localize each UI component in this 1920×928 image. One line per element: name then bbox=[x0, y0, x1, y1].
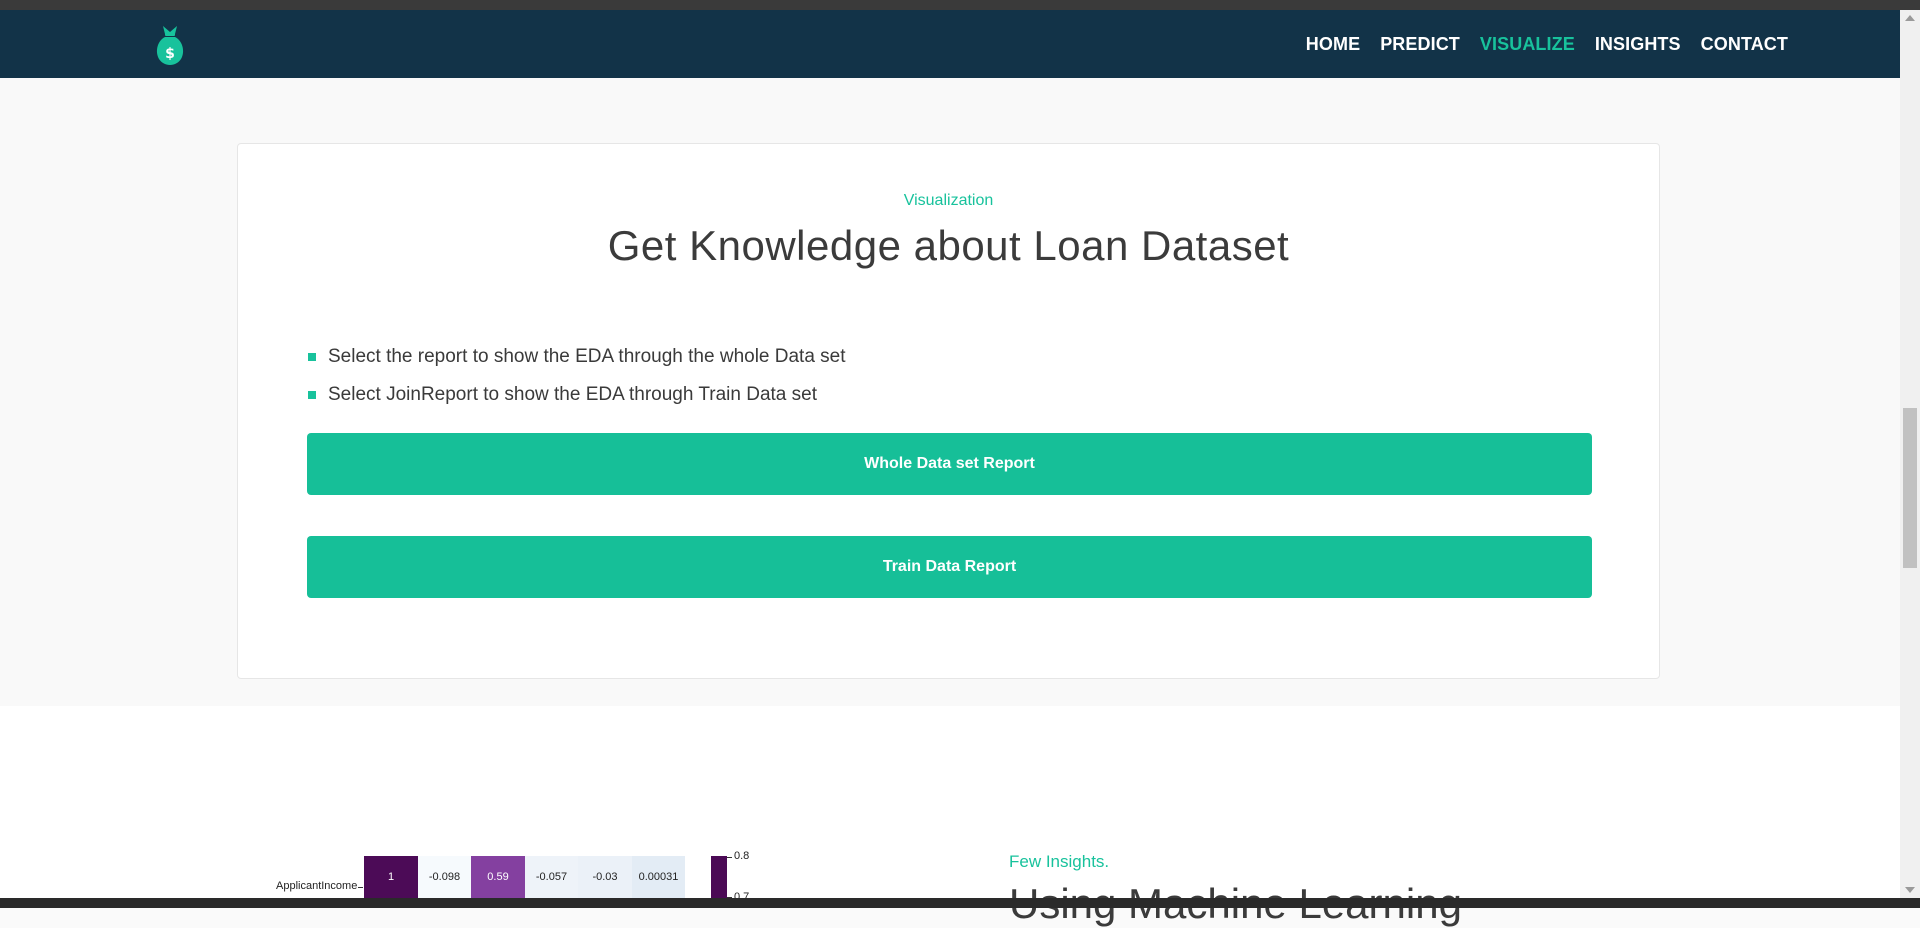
visualize-card: Visualization Get Knowledge about Loan D… bbox=[237, 143, 1660, 679]
section-kicker: Visualization bbox=[903, 192, 994, 209]
nav-predict[interactable]: PREDICT bbox=[1380, 34, 1460, 55]
logo-symbol: $ bbox=[165, 46, 175, 62]
nav-visualize[interactable]: VISUALIZE bbox=[1480, 34, 1575, 55]
heatmap-cell: 1 bbox=[364, 856, 418, 898]
main-nav: HOME PREDICT VISUALIZE INSIGHTS CONTACT bbox=[1306, 10, 1788, 78]
scrollbar-thumb[interactable] bbox=[1903, 408, 1917, 568]
instruction-list: Select the report to show the EDA throug… bbox=[308, 338, 846, 414]
page-scrollbar[interactable] bbox=[1900, 10, 1920, 898]
nav-home[interactable]: HOME bbox=[1306, 34, 1360, 55]
section-title: Get Knowledge about Loan Dataset bbox=[607, 222, 1290, 269]
navbar: $ HOME PREDICT VISUALIZE INSIGHTS CONTAC… bbox=[0, 10, 1900, 78]
colorbar-label: 0.8 bbox=[734, 850, 750, 862]
nav-insights[interactable]: INSIGHTS bbox=[1595, 34, 1681, 55]
colorbar-tick bbox=[727, 857, 732, 858]
scroll-down-arrow-icon[interactable] bbox=[1905, 887, 1915, 893]
list-item: Select the report to show the EDA throug… bbox=[308, 338, 846, 376]
heatmap-cell: -0.03 bbox=[578, 856, 632, 898]
heatmap-colorbar bbox=[711, 856, 727, 898]
list-item: Select JoinReport to show the EDA throug… bbox=[308, 376, 846, 414]
insights-kicker: Few Insights. bbox=[1009, 852, 1110, 871]
heatmap-cell: 0.59 bbox=[471, 856, 525, 898]
heatmap-cell: -0.098 bbox=[418, 856, 471, 898]
whole-data-report-button[interactable]: Whole Data set Report bbox=[307, 433, 1592, 495]
heatmap-row-label: ApplicantIncome bbox=[276, 880, 358, 892]
browser-top-strip bbox=[0, 0, 1920, 10]
train-data-report-button[interactable]: Train Data Report bbox=[307, 536, 1592, 598]
money-bag-icon[interactable]: $ bbox=[152, 24, 188, 68]
heatmap-row-tick bbox=[358, 887, 363, 888]
browser-bottom-strip bbox=[0, 898, 1920, 908]
heatmap-cell: -0.057 bbox=[525, 856, 578, 898]
nav-contact[interactable]: CONTACT bbox=[1701, 34, 1788, 55]
heatmap-cell: 0.00031 bbox=[632, 856, 685, 898]
insights-section bbox=[0, 706, 1900, 898]
scroll-up-arrow-icon[interactable] bbox=[1905, 15, 1915, 21]
